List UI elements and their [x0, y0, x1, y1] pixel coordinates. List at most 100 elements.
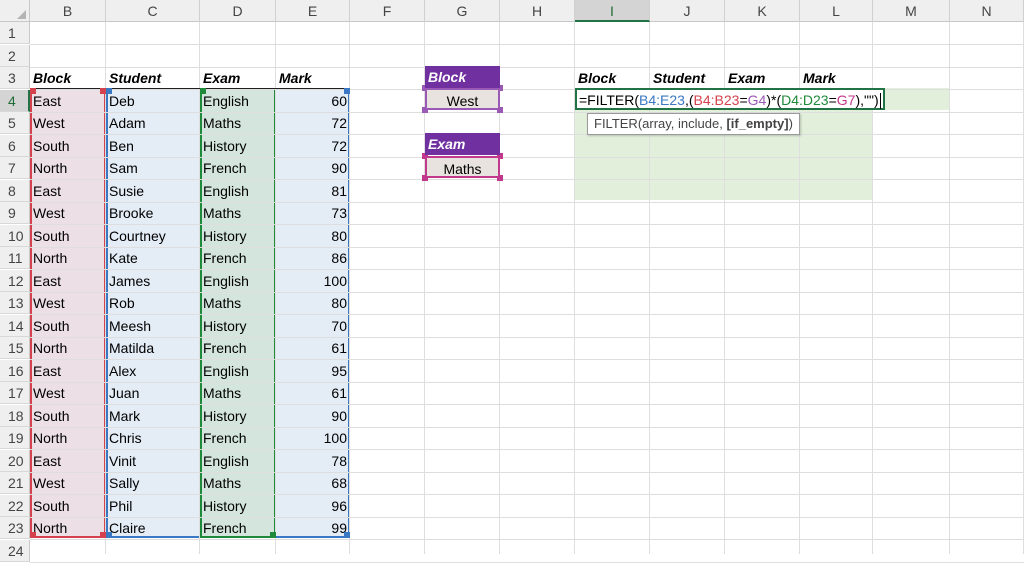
row-header-24[interactable]: 24 — [0, 539, 30, 562]
table-cell[interactable]: Sally — [106, 472, 200, 494]
table-cell[interactable]: English — [200, 180, 276, 202]
table-cell[interactable]: Chris — [106, 427, 200, 449]
table-cell[interactable]: Maths — [200, 472, 276, 494]
table-cell[interactable]: East — [30, 360, 106, 382]
column-header-h[interactable]: H — [500, 0, 575, 22]
row-header-23[interactable]: 23 — [0, 517, 30, 539]
table-cell[interactable]: East — [30, 180, 106, 202]
table-cell[interactable]: South — [30, 135, 106, 157]
table-cell[interactable]: English — [200, 270, 276, 292]
table-cell[interactable]: English — [200, 450, 276, 472]
table-cell[interactable]: Maths — [200, 112, 276, 134]
table-cell[interactable]: Maths — [200, 382, 276, 404]
table-cell[interactable]: Courtney — [106, 225, 200, 247]
table-cell[interactable]: West — [30, 382, 106, 404]
table-cell[interactable]: James — [106, 270, 200, 292]
table-cell[interactable]: Meesh — [106, 315, 200, 337]
table-cell[interactable]: 72 — [276, 135, 350, 157]
table-cell[interactable]: English — [200, 90, 276, 112]
row-header-8[interactable]: 8 — [0, 179, 30, 202]
table-cell[interactable]: 95 — [276, 360, 350, 382]
table-cell[interactable]: English — [200, 360, 276, 382]
table-cell[interactable]: Brooke — [106, 202, 200, 224]
table-cell[interactable]: 86 — [276, 247, 350, 269]
table-cell[interactable]: 70 — [276, 315, 350, 337]
table-cell[interactable]: 80 — [276, 292, 350, 314]
table-cell[interactable]: 100 — [276, 270, 350, 292]
row-header-17[interactable]: 17 — [0, 382, 30, 404]
column-header-e[interactable]: E — [276, 0, 350, 22]
table-cell[interactable]: 68 — [276, 472, 350, 494]
range-resize-handle[interactable] — [344, 88, 350, 94]
table-cell[interactable]: Claire — [106, 517, 200, 539]
row-header-20[interactable]: 20 — [0, 449, 30, 472]
row-header-13[interactable]: 13 — [0, 292, 30, 314]
table-cell[interactable]: History — [200, 225, 276, 247]
table-cell[interactable]: 90 — [276, 157, 350, 179]
table-cell[interactable]: 100 — [276, 427, 350, 449]
row-header-10[interactable]: 10 — [0, 224, 30, 247]
row-header-5[interactable]: 5 — [0, 112, 30, 134]
table-cell[interactable]: North — [30, 517, 106, 539]
formula-edit-cell[interactable]: =FILTER(B4:E23,(B4:B23=G4)*(D4:D23=G7),"… — [575, 88, 885, 110]
table-cell[interactable]: French — [200, 427, 276, 449]
table-cell[interactable]: 73 — [276, 202, 350, 224]
table-cell[interactable]: Maths — [200, 292, 276, 314]
table-cell[interactable]: West — [30, 202, 106, 224]
table-cell[interactable]: North — [30, 157, 106, 179]
table-cell[interactable]: North — [30, 427, 106, 449]
range-resize-handle[interactable] — [270, 532, 276, 538]
block-criteria-input[interactable]: West — [425, 88, 500, 110]
table-cell[interactable]: West — [30, 112, 106, 134]
table-cell[interactable]: History — [200, 495, 276, 517]
table-cell[interactable]: South — [30, 225, 106, 247]
table-cell[interactable]: West — [30, 292, 106, 314]
table-cell[interactable]: South — [30, 315, 106, 337]
row-header-18[interactable]: 18 — [0, 404, 30, 427]
table-cell[interactable]: French — [200, 517, 276, 539]
table-cell[interactable]: History — [200, 405, 276, 427]
table-cell[interactable]: Phil — [106, 495, 200, 517]
row-header-21[interactable]: 21 — [0, 472, 30, 494]
table-cell[interactable]: Kate — [106, 247, 200, 269]
row-header-3[interactable]: 3 — [0, 67, 30, 89]
table-cell[interactable]: East — [30, 450, 106, 472]
table-cell[interactable]: East — [30, 270, 106, 292]
table-cell[interactable]: Deb — [106, 90, 200, 112]
exam-criteria-input[interactable]: Maths — [425, 156, 500, 178]
table-cell[interactable]: French — [200, 247, 276, 269]
table-cell[interactable]: Juan — [106, 382, 200, 404]
table-cell[interactable]: Susie — [106, 180, 200, 202]
row-header-4[interactable]: 4 — [0, 89, 30, 112]
row-header-15[interactable]: 15 — [0, 337, 30, 359]
column-header-f[interactable]: F — [350, 0, 425, 22]
column-header-g[interactable]: G — [425, 0, 500, 22]
table-cell[interactable]: Matilda — [106, 337, 200, 359]
table-cell[interactable]: South — [30, 405, 106, 427]
column-header-n[interactable]: N — [950, 0, 1024, 22]
table-cell[interactable]: North — [30, 337, 106, 359]
tooltip-arg-if-empty[interactable]: [if_empty] — [726, 116, 788, 131]
range-resize-handle[interactable] — [30, 88, 36, 94]
column-header-k[interactable]: K — [725, 0, 800, 22]
table-cell[interactable]: Mark — [106, 405, 200, 427]
row-header-19[interactable]: 19 — [0, 427, 30, 449]
row-header-9[interactable]: 9 — [0, 202, 30, 224]
range-resize-handle[interactable] — [200, 88, 206, 94]
table-cell[interactable]: 61 — [276, 382, 350, 404]
table-cell[interactable]: Adam — [106, 112, 200, 134]
table-cell[interactable]: 90 — [276, 405, 350, 427]
table-cell[interactable]: 80 — [276, 225, 350, 247]
range-resize-handle[interactable] — [106, 88, 112, 94]
row-header-11[interactable]: 11 — [0, 247, 30, 269]
row-header-2[interactable]: 2 — [0, 44, 30, 67]
table-cell[interactable]: 61 — [276, 337, 350, 359]
table-cell[interactable]: History — [200, 135, 276, 157]
table-cell[interactable]: 60 — [276, 90, 350, 112]
row-header-12[interactable]: 12 — [0, 269, 30, 292]
table-cell[interactable]: Maths — [200, 202, 276, 224]
column-header-i[interactable]: I — [575, 0, 650, 22]
column-header-d[interactable]: D — [200, 0, 276, 22]
table-cell[interactable]: West — [30, 472, 106, 494]
row-header-22[interactable]: 22 — [0, 494, 30, 517]
